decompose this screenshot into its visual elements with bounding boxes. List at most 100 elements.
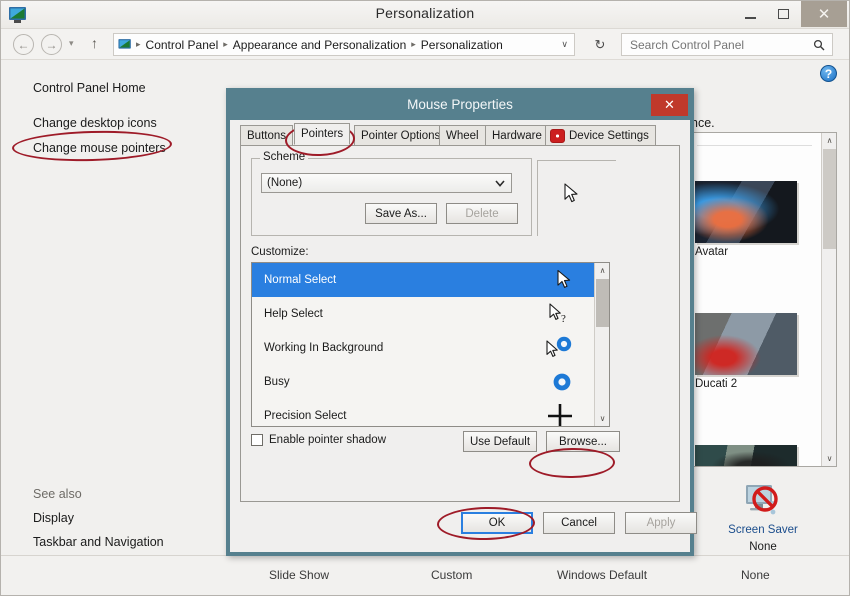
back-button[interactable]: ← [13,34,34,55]
browse-button[interactable]: Browse... [546,431,620,452]
mouse-properties-dialog: Mouse Properties ✕ Buttons Pointers Poin… [226,88,697,556]
recent-locations-icon[interactable]: ▾ [69,38,74,49]
content-partial-text: nce. [691,116,715,130]
arrow-question-cursor-icon: ? [549,303,573,325]
delete-button: Delete [446,203,518,224]
theme-thumbnail: DUCATI [695,313,797,375]
scheme-value: (None) [267,177,303,189]
breadcrumb-item-control-panel[interactable]: Control Panel [142,38,223,52]
list-item-label: Busy [264,376,290,388]
breadcrumb-item-appearance[interactable]: Appearance and Personalization [229,38,410,52]
pointer-list[interactable]: Normal Select Help Select ? Working In B… [251,262,610,427]
enable-pointer-shadow-label: Enable pointer shadow [269,434,386,446]
window-titlebar: Personalization ✕ [1,1,849,29]
nav-change-mouse-pointers[interactable]: Change mouse pointers [33,141,166,155]
device-settings-icon [550,128,565,143]
theme-label: Avatar [695,246,729,258]
scrollbar-thumb[interactable] [823,149,836,249]
svg-text:?: ? [561,313,566,325]
screensaver-value: None [749,541,777,553]
forward-button[interactable]: → [41,34,62,55]
search-icon[interactable] [813,39,825,51]
scheme-group: Scheme (None) Save As... Delete [251,151,532,236]
status-custom: Custom [431,568,473,582]
status-windows-default: Windows Default [557,568,648,582]
list-item[interactable]: Help Select ? [252,297,609,331]
theme-thumbnail: AVATAR [695,181,797,243]
tab-device-settings[interactable]: Device Settings [545,125,656,145]
use-default-button[interactable]: Use Default [463,431,537,452]
list-item-label: Working In Background [264,342,384,354]
nav-control-panel-home[interactable]: Control Panel Home [33,81,146,95]
apply-button: Apply [625,512,697,534]
nav-change-desktop-icons[interactable]: Change desktop icons [33,116,157,130]
chevron-down-icon[interactable]: ∨ [561,39,568,50]
scheme-legend: Scheme [260,151,309,163]
breadcrumb[interactable]: ▸ Control Panel ▸ Appearance and Persona… [113,33,575,56]
theme-item-avatar[interactable]: AVATAR Avatar [695,181,807,258]
help-icon[interactable]: ? [820,65,837,82]
save-as-button[interactable]: Save As... [365,203,437,224]
breadcrumb-item-personalization[interactable]: Personalization [417,38,507,52]
tab-hardware[interactable]: Hardware [485,125,549,145]
tab-pointers[interactable]: Pointers [294,123,351,145]
customize-label: Customize: [251,246,309,258]
themes-panel: AVATAR Avatar DUCATI Ducati 2 ∧ ∨ [690,132,837,467]
list-item[interactable]: Precision Select [252,399,609,426]
dialog-footer: OK Cancel Apply [240,502,697,542]
scrollbar-thumb[interactable] [596,279,609,327]
list-item-label: Normal Select [264,274,337,286]
scroll-up-icon[interactable]: ∧ [822,133,836,148]
close-button[interactable]: ✕ [801,1,847,27]
list-item[interactable]: Busy [252,365,609,399]
bottom-status-strip: Slide Show Custom Windows Default None [1,555,849,595]
list-item[interactable]: Working In Background [252,331,609,365]
dialog-body: Buttons Pointers Pointer Options Wheel H… [236,123,697,546]
nav-taskbar-and-navigation[interactable]: Taskbar and Navigation [33,535,164,549]
tab-wheel[interactable]: Wheel [439,125,486,145]
screensaver-block[interactable]: Screen Saver None [713,481,813,553]
pointer-preview-box [537,160,616,236]
scroll-down-icon[interactable]: ∨ [822,451,836,466]
status-none: None [741,568,770,582]
minimize-button[interactable] [734,1,767,27]
list-item[interactable]: Normal Select [252,263,609,297]
breadcrumb-icon [117,37,133,53]
tab-pointer-options[interactable]: Pointer Options [354,125,448,145]
pointer-list-scrollbar[interactable]: ∧ ∨ [594,263,609,426]
tab-buttons[interactable]: Buttons [240,125,293,145]
theme-item-partial[interactable] [695,445,807,466]
busy-ring-cursor-icon [551,371,573,393]
arrow-cursor-icon [564,183,580,205]
theme-item-ducati2[interactable]: DUCATI Ducati 2 [695,313,807,390]
window-title: Personalization [375,5,475,21]
chevron-down-icon[interactable] [495,179,505,187]
refresh-button[interactable]: ↻ [589,34,611,56]
scheme-dropdown[interactable]: (None) [261,173,512,193]
screensaver-disabled-icon [740,481,786,521]
up-button[interactable]: ↑ [91,35,98,51]
list-item-label: Precision Select [264,410,347,422]
left-navigation-pane: Control Panel Home Change desktop icons … [1,63,226,572]
search-box[interactable] [621,33,833,56]
address-bar: ← → ▾ ↑ ▸ Control Panel ▸ Appearance and… [1,29,849,60]
arrow-cursor-icon [557,269,573,291]
search-input[interactable] [628,36,808,53]
scroll-up-icon[interactable]: ∧ [595,263,609,278]
pointers-tab-panel: Scheme (None) Save As... Delete Customiz… [240,145,680,502]
dialog-close-button[interactable]: ✕ [651,94,688,116]
arrow-busy-cursor-icon [545,336,573,360]
theme-thumbnail [695,445,797,466]
cancel-button[interactable]: Cancel [543,512,615,534]
scroll-down-icon[interactable]: ∨ [595,411,609,426]
panel-divider [697,145,812,146]
enable-pointer-shadow-checkbox[interactable] [251,434,263,446]
enable-pointer-shadow-row[interactable]: Enable pointer shadow [251,434,386,446]
tab-device-settings-label: Device Settings [569,129,649,142]
nav-see-also-heading: See also [33,487,82,501]
maximize-button[interactable] [767,1,800,27]
ok-button[interactable]: OK [461,512,533,534]
nav-display[interactable]: Display [33,511,74,525]
themes-scrollbar[interactable]: ∧ ∨ [821,133,836,466]
screensaver-label[interactable]: Screen Saver [713,524,813,536]
